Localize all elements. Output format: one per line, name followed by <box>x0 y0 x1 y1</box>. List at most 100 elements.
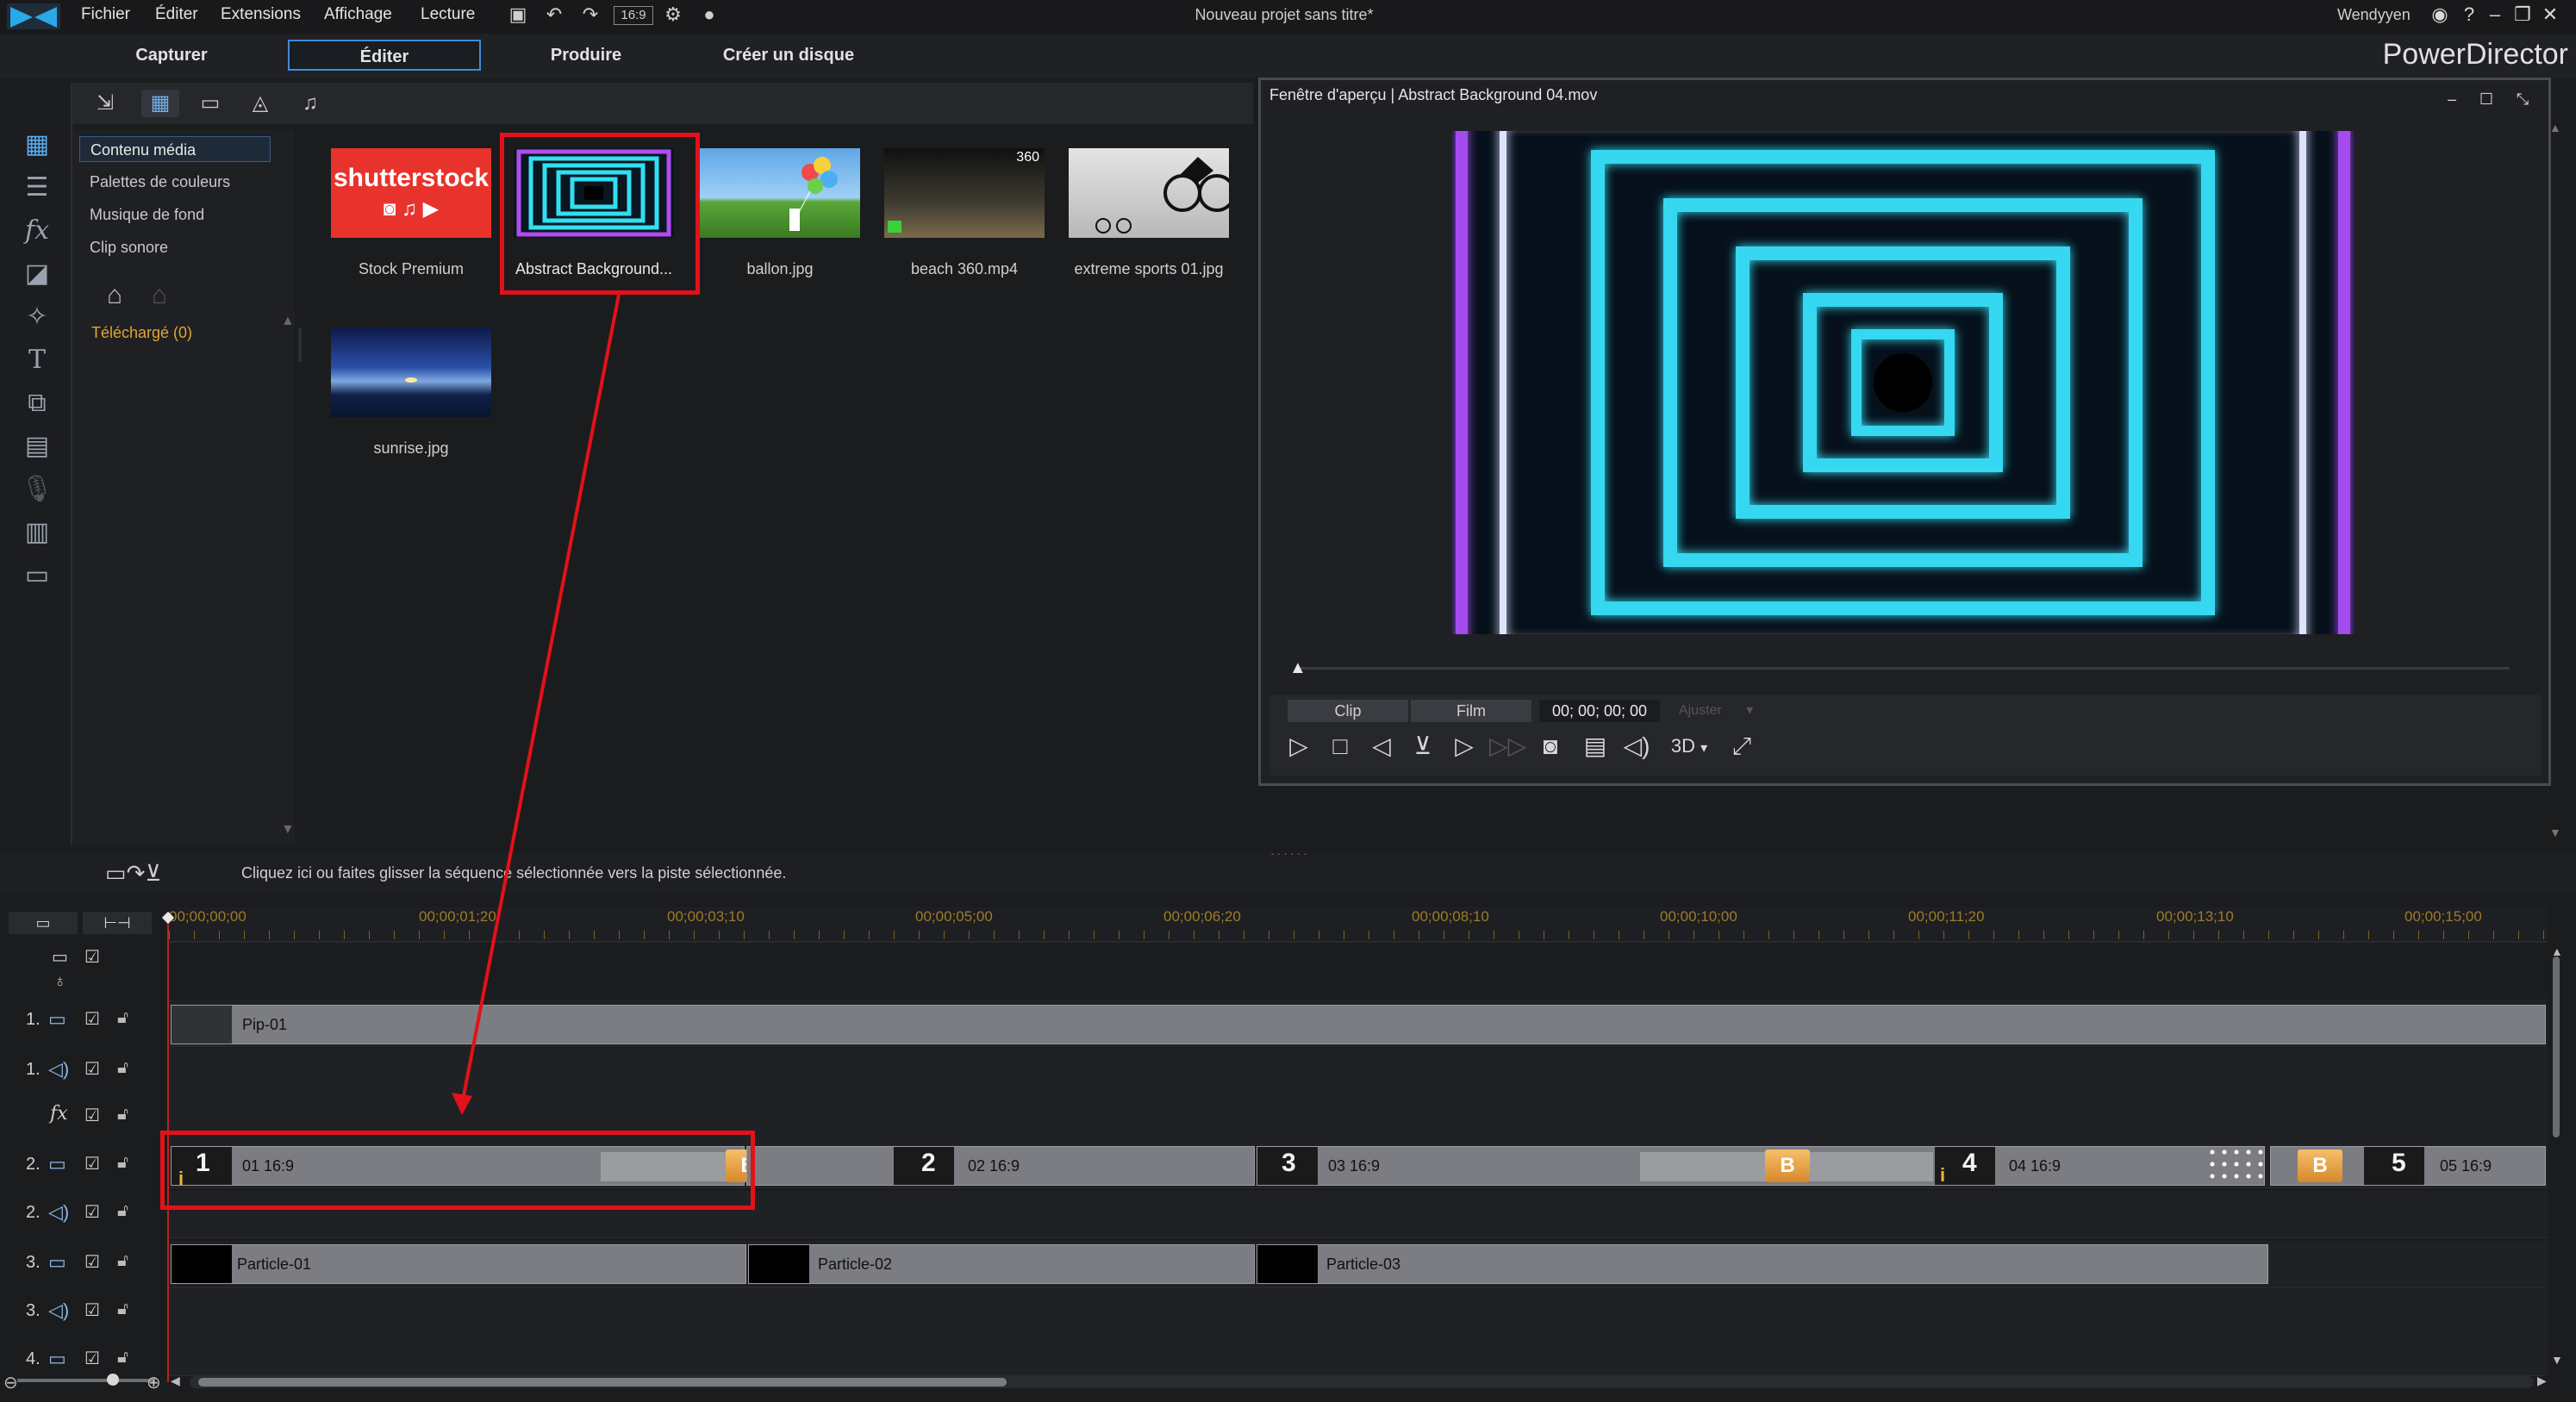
track-lock-icon[interactable]: 🔓︎ <box>117 1251 128 1271</box>
menu-file[interactable]: Fichier <box>81 0 130 33</box>
settings-gear-icon[interactable]: ⚙ <box>662 3 684 26</box>
splitter-grip[interactable]: ······ <box>1270 846 1310 860</box>
track-enable-checkbox[interactable]: ☑ <box>84 1251 100 1273</box>
video-filter-icon[interactable]: ▭ <box>191 90 229 117</box>
particle-clip-2[interactable]: Particle-02 <box>748 1244 1255 1284</box>
clip-mode-button[interactable]: Clip <box>1288 700 1408 722</box>
media-thumb-sunrise[interactable] <box>331 327 491 417</box>
track-lock-icon[interactable]: 🔓︎ <box>117 1105 128 1125</box>
minimize-icon[interactable]: – <box>2484 2 2506 28</box>
preview-seek-bar[interactable] <box>1296 667 2510 670</box>
marker-track-icon[interactable]: ♁ <box>53 972 66 992</box>
track-enable-checkbox[interactable]: ☑ <box>84 1348 100 1369</box>
scrollbar-thumb[interactable] <box>198 1378 1007 1386</box>
library-item-media-content[interactable]: Contenu média <box>79 136 271 162</box>
fx-room-icon[interactable]: fx <box>17 214 57 248</box>
track-enable-checkbox[interactable]: ☑ <box>84 1008 100 1030</box>
subtitle-icon[interactable]: ▤ <box>1579 731 1612 762</box>
previous-frame-icon[interactable]: ◁ <box>1365 731 1398 762</box>
add-tag-icon[interactable]: ⌂ <box>107 281 122 310</box>
media-thumb-stock-premium[interactable]: shutterstock ◙ ♫ ▶ <box>331 148 491 238</box>
account-icon[interactable]: ◉ <box>2429 2 2451 28</box>
media-thumb-beach-360[interactable]: 360 <box>884 148 1045 238</box>
fullscreen-icon[interactable]: ⤢ <box>1725 731 1758 762</box>
import-media-icon[interactable]: ⇲ <box>86 90 124 117</box>
all-tracks-checkbox[interactable]: ☑ <box>84 946 100 968</box>
3d-mode-button[interactable]: 3D ▾ <box>1662 731 1717 762</box>
track-enable-checkbox[interactable]: ☑ <box>84 1105 100 1126</box>
track-enable-checkbox[interactable]: ☑ <box>84 1201 100 1223</box>
aspect-ratio-selector[interactable]: 16:9 <box>614 6 653 25</box>
play-icon[interactable]: ▷ <box>1282 731 1315 762</box>
track-enable-checkbox[interactable]: ☑ <box>84 1058 100 1080</box>
track-lock-icon[interactable]: 🔓︎ <box>117 1348 128 1368</box>
track-lock-icon[interactable]: 🔓︎ <box>117 1153 128 1173</box>
track-lock-icon[interactable]: 🔓︎ <box>117 1058 128 1078</box>
fit-timeline-icon[interactable]: ⊢⊣ <box>83 912 152 934</box>
pip-clip[interactable]: Pip-01 <box>171 1005 2546 1044</box>
menu-extensions[interactable]: Extensions <box>221 0 301 33</box>
scroll-down-icon[interactable]: ▼ <box>2549 826 2561 839</box>
close-icon[interactable]: ✕ <box>2539 2 2561 28</box>
zoom-slider-handle[interactable] <box>107 1374 119 1386</box>
library-item-color-boards[interactable]: Palettes de couleurs <box>90 169 230 195</box>
preview-maximize-icon[interactable]: ☐ <box>2475 86 2498 112</box>
scroll-down-icon[interactable]: ▼ <box>281 822 295 838</box>
storyboard-view-icon[interactable]: ▭ <box>9 912 78 934</box>
track-enable-checkbox[interactable]: ☑ <box>84 1299 100 1321</box>
library-item-background-music[interactable]: Musique de fond <box>90 202 204 227</box>
notification-icon[interactable]: ● <box>698 3 720 26</box>
preview-dock-icon[interactable]: ⤡ <box>2511 86 2534 112</box>
undo-icon[interactable]: ↶ <box>543 3 565 26</box>
zoom-out-icon[interactable]: ⊖ <box>3 1372 18 1393</box>
menu-play[interactable]: Lecture <box>421 0 475 33</box>
transition-room-icon[interactable]: ⧉ <box>17 386 57 421</box>
media-room-icon[interactable]: ▦ <box>17 128 57 162</box>
film-mode-button[interactable]: Film <box>1411 700 1531 722</box>
timeline-vertical-scrollbar[interactable] <box>2553 956 2560 1137</box>
audio-filter-icon[interactable]: ♫ <box>291 90 329 117</box>
menu-edit[interactable]: Éditer <box>155 0 198 33</box>
scroll-up-icon[interactable]: ▲ <box>2549 121 2561 134</box>
split-marker-icon[interactable]: ⊻ <box>1407 731 1439 762</box>
tab-produce[interactable]: Produire <box>500 40 672 71</box>
video-clip-2[interactable]: 2 02 16:9 <box>746 1146 1255 1186</box>
media-filter-icon[interactable]: ▦ <box>141 90 179 117</box>
tab-capture[interactable]: Capturer <box>81 40 262 71</box>
chapter-room-icon[interactable]: ▥ <box>17 515 57 550</box>
scroll-right-icon[interactable]: ▶ <box>2537 1374 2547 1388</box>
insert-mode-icon[interactable]: ▭↷⊻ <box>105 860 161 887</box>
playhead[interactable] <box>167 917 169 1382</box>
track-enable-checkbox[interactable]: ☑ <box>84 1153 100 1175</box>
timecode-display[interactable]: 00; 00; 00; 00 <box>1539 700 1660 722</box>
next-frame-icon[interactable]: ▷ <box>1448 731 1481 762</box>
redo-icon[interactable]: ↷ <box>579 3 602 26</box>
particle-room-icon[interactable]: ✧ <box>17 300 57 334</box>
pip-room-icon[interactable]: ◪ <box>17 257 57 291</box>
scroll-left-icon[interactable]: ◀ <box>171 1374 180 1388</box>
tab-create-disc[interactable]: Créer un disque <box>698 40 879 71</box>
particle-clip-1[interactable]: Particle-01 <box>171 1244 746 1284</box>
user-name[interactable]: Wendyyen <box>2337 0 2411 29</box>
title-room-icon[interactable]: T <box>17 343 57 377</box>
track-lock-icon[interactable]: 🔓︎ <box>117 1299 128 1319</box>
help-button[interactable]: ? <box>2458 2 2480 28</box>
audio-mixing-room-icon[interactable]: ▤ <box>17 429 57 464</box>
video-clip-3[interactable]: 3 03 16:9 4 i 04 16:9 <box>1257 1146 2265 1186</box>
tab-edit[interactable]: Éditer <box>288 40 481 71</box>
zoom-slider[interactable] <box>17 1379 155 1382</box>
menu-view[interactable]: Affichage <box>324 0 392 33</box>
stop-icon[interactable]: □ <box>1324 731 1357 762</box>
library-item-sound-clip[interactable]: Clip sonore <box>90 234 168 260</box>
timeline-scroll-down-icon[interactable]: ▼ <box>2551 1353 2563 1367</box>
seek-handle-icon[interactable]: ▲ <box>1289 658 1307 678</box>
media-thumb-extreme-sports[interactable] <box>1069 148 1236 238</box>
track-lock-icon[interactable]: 🔓︎ <box>117 1201 128 1221</box>
media-thumb-ballon[interactable] <box>700 148 860 238</box>
transition-marker[interactable]: B <box>2298 1150 2342 1182</box>
zoom-in-icon[interactable]: ⊕ <box>147 1372 161 1393</box>
preview-minimize-icon[interactable]: – <box>2441 86 2463 112</box>
track-lock-icon[interactable]: 🔓︎ <box>117 1008 128 1028</box>
library-item-downloaded[interactable]: Téléchargé (0) <box>91 324 192 342</box>
image-filter-icon[interactable]: ◬ <box>241 90 279 117</box>
